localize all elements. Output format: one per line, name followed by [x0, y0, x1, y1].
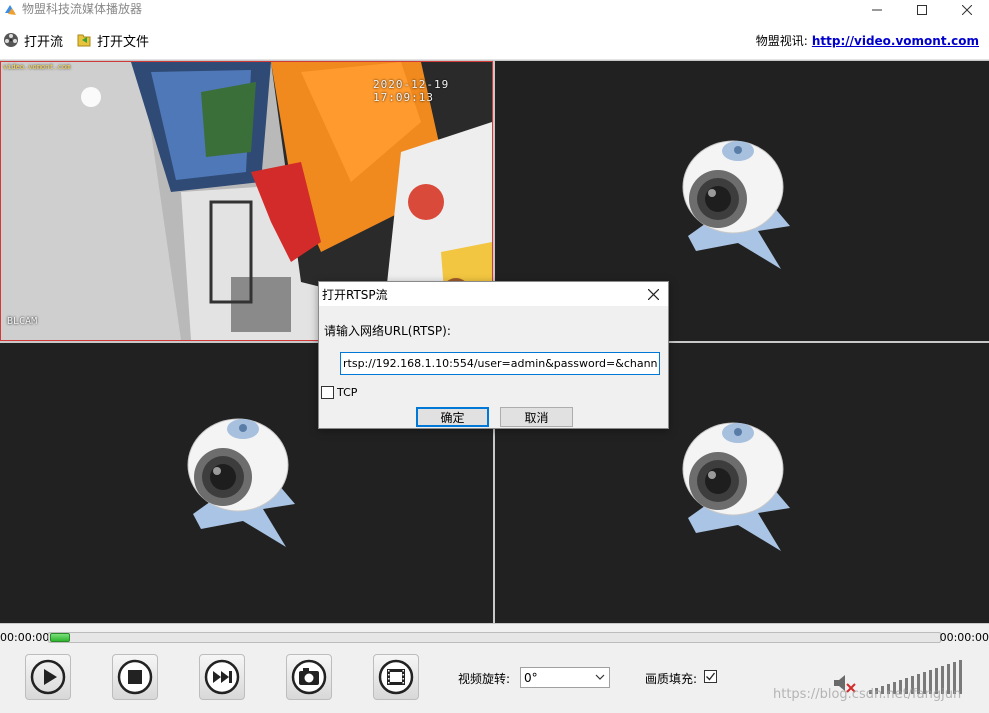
stop-icon [117, 659, 153, 695]
ok-button[interactable]: 确定 [416, 407, 489, 427]
webcam-icon [187, 418, 295, 547]
minimize-button[interactable] [854, 0, 900, 20]
url-prompt-label: 请输入网络URL(RTSP): [324, 324, 451, 338]
close-button[interactable] [944, 0, 989, 20]
record-button[interactable] [373, 654, 419, 700]
app-icon [5, 5, 16, 15]
toolbar: 打开流 打开文件 物盟视讯: http://video.vomont.com [0, 20, 989, 60]
tcp-option[interactable]: TCP [321, 386, 357, 399]
chevron-down-icon [595, 674, 605, 680]
window-titlebar: 物盟科技流媒体播放器 [0, 0, 989, 20]
total-time: 00:00:00 [939, 631, 989, 644]
rtsp-url-input[interactable] [340, 352, 660, 375]
fast-forward-button[interactable] [199, 654, 245, 700]
open-stream-label: 打开流 [24, 34, 64, 50]
camera-icon [291, 659, 327, 695]
play-button[interactable] [25, 654, 71, 700]
osd-site: video.vomont.com [3, 63, 71, 71]
rotation-label: 视频旋转: [458, 672, 511, 686]
tcp-label: TCP [337, 386, 358, 399]
play-icon [30, 659, 66, 695]
stop-button[interactable] [112, 654, 158, 700]
webcam-icon [682, 422, 790, 551]
rotation-select[interactable]: 0° [520, 667, 610, 688]
seek-bar[interactable] [48, 632, 941, 643]
close-icon [647, 288, 659, 300]
osd-camera-name: BLCAM [7, 316, 38, 327]
open-stream-button[interactable]: 打开流 [3, 30, 63, 50]
playback-controls: 00:00:00 00:00:00 视频旋转: 0° 画质填充: https:/… [0, 624, 989, 713]
fast-forward-icon [204, 659, 240, 695]
dialog-close-button[interactable] [644, 285, 662, 303]
osd-timestamp: 2020-12-19 17:09:13 [373, 78, 450, 104]
checkmark-icon [706, 672, 716, 681]
film-icon [378, 659, 414, 695]
close-icon [962, 5, 972, 15]
dialog-titlebar: 打开RTSP流 [319, 282, 668, 306]
tcp-checkbox[interactable] [321, 386, 334, 399]
dialog-title: 打开RTSP流 [322, 288, 388, 302]
open-file-icon [77, 34, 91, 47]
fill-label: 画质填充: [645, 672, 698, 686]
fill-checkbox[interactable] [704, 670, 717, 683]
open-rtsp-dialog: 打开RTSP流 请输入网络URL(RTSP): TCP 确定 取消 [318, 281, 669, 429]
open-file-button[interactable]: 打开文件 [76, 30, 149, 50]
film-reel-icon [4, 33, 18, 47]
brand-info: 物盟视讯: http://video.vomont.com [756, 32, 979, 49]
maximize-button[interactable] [899, 0, 945, 20]
current-time: 00:00:00 [0, 631, 50, 644]
webcam-icon [682, 140, 790, 269]
snapshot-button[interactable] [286, 654, 332, 700]
minimize-icon [872, 9, 882, 11]
maximize-icon [917, 5, 927, 15]
brand-label: 物盟视讯: [755, 34, 808, 48]
rotation-value: 0° [524, 670, 538, 685]
open-file-label: 打开文件 [97, 34, 150, 50]
watermark: https://blog.csdn.net/fangjun [773, 687, 962, 702]
cancel-button[interactable]: 取消 [500, 407, 573, 427]
seek-handle[interactable] [50, 633, 70, 642]
window-title: 物盟科技流媒体播放器 [22, 2, 143, 16]
brand-link[interactable]: http://video.vomont.com [812, 34, 979, 48]
